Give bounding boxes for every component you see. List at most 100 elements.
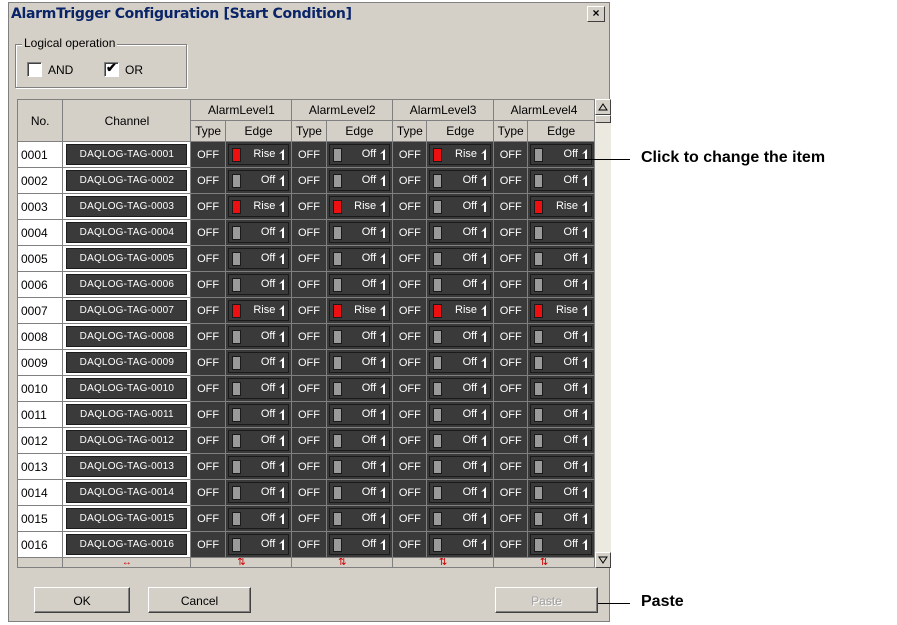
edge-toggle[interactable]: Off xyxy=(227,430,290,451)
alarm-edge-cell[interactable]: Off xyxy=(325,453,394,480)
or-checkbox[interactable]: ✔ OR xyxy=(104,60,143,77)
edge-toggle[interactable]: Rise xyxy=(227,300,290,321)
alarm-type-cell[interactable]: OFF xyxy=(190,453,226,480)
alarm-type-cell[interactable]: OFF xyxy=(493,531,529,558)
alarm-type-cell[interactable]: OFF xyxy=(493,167,529,194)
alarm-edge-cell[interactable]: Rise xyxy=(426,297,495,324)
and-checkbox[interactable]: AND xyxy=(27,62,73,77)
alarm-type-cell[interactable]: OFF xyxy=(190,531,226,558)
alarm-edge-cell[interactable]: Off xyxy=(325,271,394,298)
edge-toggle[interactable]: Off xyxy=(227,404,290,425)
alarm-type-cell[interactable]: OFF xyxy=(493,479,529,506)
channel-button[interactable]: DAQLOG-TAG-0015 xyxy=(66,508,188,529)
edge-toggle[interactable]: Off xyxy=(429,352,492,373)
alarm-type-cell[interactable]: OFF xyxy=(392,167,428,194)
edge-toggle[interactable]: Rise xyxy=(227,196,290,217)
alarm-edge-cell[interactable]: Off xyxy=(325,427,394,454)
alarm-edge-cell[interactable]: Off xyxy=(426,167,495,194)
alarm-type-cell[interactable]: OFF xyxy=(493,219,529,246)
channel-button[interactable]: DAQLOG-TAG-0010 xyxy=(66,378,188,399)
edge-toggle[interactable]: Rise xyxy=(227,144,290,165)
edge-toggle[interactable]: Off xyxy=(429,404,492,425)
alarm-edge-cell[interactable]: Off xyxy=(325,375,394,402)
scrollbar-thumb[interactable] xyxy=(595,115,611,123)
edge-toggle[interactable]: Off xyxy=(429,430,492,451)
alarm-type-cell[interactable]: OFF xyxy=(493,297,529,324)
alarm-edge-cell[interactable]: Off xyxy=(325,401,394,428)
edge-toggle[interactable]: Rise xyxy=(328,196,391,217)
edge-toggle[interactable]: Off xyxy=(328,378,391,399)
alarm-type-cell[interactable]: OFF xyxy=(291,167,327,194)
edge-toggle[interactable]: Off xyxy=(227,170,290,191)
alarm-edge-cell[interactable]: Rise xyxy=(527,297,595,324)
alarm-type-cell[interactable]: OFF xyxy=(190,375,226,402)
alarm-type-cell[interactable]: OFF xyxy=(291,349,327,376)
edge-toggle[interactable]: Off xyxy=(530,248,592,269)
edge-toggle[interactable]: Off xyxy=(328,248,391,269)
alarm-edge-cell[interactable]: Off xyxy=(426,427,495,454)
edge-toggle[interactable]: Off xyxy=(429,456,492,477)
alarm-type-cell[interactable]: OFF xyxy=(493,505,529,532)
alarm-type-cell[interactable]: OFF xyxy=(291,323,327,350)
alarm-type-cell[interactable]: OFF xyxy=(493,453,529,480)
alarm-edge-cell[interactable]: Off xyxy=(325,141,394,168)
edge-toggle[interactable]: Off xyxy=(530,430,592,451)
alarm-type-cell[interactable]: OFF xyxy=(493,323,529,350)
alarm-type-cell[interactable]: OFF xyxy=(291,141,327,168)
edge-toggle[interactable]: Off xyxy=(429,196,492,217)
channel-button[interactable]: DAQLOG-TAG-0004 xyxy=(66,222,188,243)
alarm-edge-cell[interactable]: Off xyxy=(224,245,293,272)
alarm-edge-cell[interactable]: Off xyxy=(527,323,595,350)
edge-toggle[interactable]: Off xyxy=(530,274,592,295)
edge-toggle[interactable]: Off xyxy=(328,222,391,243)
edge-toggle[interactable]: Off xyxy=(429,534,492,555)
edge-toggle[interactable]: Off xyxy=(227,222,290,243)
alarm-edge-cell[interactable]: Off xyxy=(426,375,495,402)
edge-toggle[interactable]: Off xyxy=(328,326,391,347)
channel-button[interactable]: DAQLOG-TAG-0005 xyxy=(66,248,188,269)
alarm-edge-cell[interactable]: Off xyxy=(325,323,394,350)
level1-footer-handle[interactable]: ⇅ xyxy=(190,557,293,568)
edge-toggle[interactable]: Off xyxy=(429,170,492,191)
channel-button[interactable]: DAQLOG-TAG-0013 xyxy=(66,456,188,477)
channel-button[interactable]: DAQLOG-TAG-0001 xyxy=(66,144,188,165)
alarm-type-cell[interactable]: OFF xyxy=(493,375,529,402)
alarm-edge-cell[interactable]: Off xyxy=(224,349,293,376)
edge-toggle[interactable]: Off xyxy=(328,352,391,373)
alarm-type-cell[interactable]: OFF xyxy=(392,323,428,350)
alarm-type-cell[interactable]: OFF xyxy=(190,323,226,350)
edge-toggle[interactable]: Off xyxy=(328,456,391,477)
alarm-edge-cell[interactable]: Off xyxy=(527,479,595,506)
edge-toggle[interactable]: Off xyxy=(530,144,592,165)
edge-toggle[interactable]: Off xyxy=(429,508,492,529)
alarm-edge-cell[interactable]: Off xyxy=(426,349,495,376)
alarm-type-cell[interactable]: OFF xyxy=(392,349,428,376)
alarm-type-cell[interactable]: OFF xyxy=(291,375,327,402)
level2-footer-handle[interactable]: ⇅ xyxy=(291,557,394,568)
alarm-edge-cell[interactable]: Rise xyxy=(224,297,293,324)
channel-resize-handle[interactable]: ↔ xyxy=(62,557,192,568)
channel-button[interactable]: DAQLOG-TAG-0008 xyxy=(66,326,188,347)
alarm-type-cell[interactable]: OFF xyxy=(392,271,428,298)
alarm-edge-cell[interactable]: Off xyxy=(426,505,495,532)
edge-toggle[interactable]: Off xyxy=(227,248,290,269)
edge-toggle[interactable]: Off xyxy=(530,534,592,555)
channel-button[interactable]: DAQLOG-TAG-0009 xyxy=(66,352,188,373)
edge-toggle[interactable]: Off xyxy=(328,534,391,555)
alarm-edge-cell[interactable]: Off xyxy=(325,531,394,558)
alarm-edge-cell[interactable]: Off xyxy=(325,245,394,272)
alarm-type-cell[interactable]: OFF xyxy=(392,141,428,168)
channel-button[interactable]: DAQLOG-TAG-0014 xyxy=(66,482,188,503)
alarm-edge-cell[interactable]: Off xyxy=(527,219,595,246)
alarm-type-cell[interactable]: OFF xyxy=(190,401,226,428)
alarm-edge-cell[interactable]: Off xyxy=(426,453,495,480)
edge-toggle[interactable]: Off xyxy=(227,326,290,347)
alarm-type-cell[interactable]: OFF xyxy=(392,505,428,532)
edge-toggle[interactable]: Off xyxy=(530,352,592,373)
alarm-edge-cell[interactable]: Off xyxy=(224,427,293,454)
edge-toggle[interactable]: Rise xyxy=(530,300,592,321)
alarm-type-cell[interactable]: OFF xyxy=(291,219,327,246)
alarm-edge-cell[interactable]: Off xyxy=(224,505,293,532)
alarm-type-cell[interactable]: OFF xyxy=(291,531,327,558)
alarm-type-cell[interactable]: OFF xyxy=(291,193,327,220)
